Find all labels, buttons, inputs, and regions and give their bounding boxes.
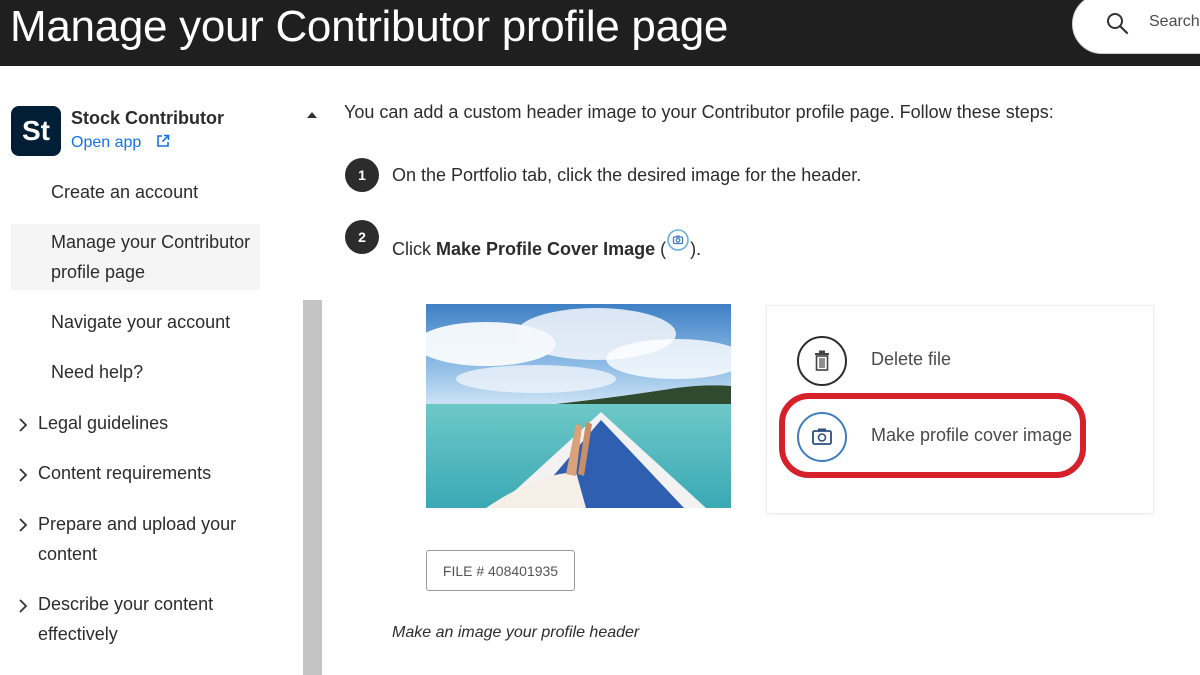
search-icon xyxy=(1107,13,1129,35)
page-title: Manage your Contributor profile page xyxy=(10,2,729,51)
step-number-2: 2 xyxy=(345,220,379,254)
nav-item-manage-profile[interactable]: Manage your Contributor profile page xyxy=(51,227,266,287)
open-app-link[interactable]: Open app xyxy=(71,134,170,152)
boat-photo xyxy=(426,304,731,508)
external-link-icon xyxy=(156,134,170,147)
scrollbar-thumb[interactable] xyxy=(303,300,322,675)
nav-section-prepare-upload[interactable]: Prepare and upload your content xyxy=(38,509,258,569)
step-2-paren-open: ( xyxy=(655,239,667,259)
nav-section-legal-guidelines[interactable]: Legal guidelines xyxy=(38,408,168,438)
product-name: Stock Contributor xyxy=(71,108,224,128)
page-header: Manage your Contributor profile page Sea… xyxy=(0,0,1200,66)
step-2-action-name: Make Profile Cover Image xyxy=(436,239,656,259)
figure-caption: Make an image your profile header xyxy=(392,624,640,641)
nav-item-create-account[interactable]: Create an account xyxy=(51,177,198,207)
nav-section-describe-content[interactable]: Describe your content effectively xyxy=(38,589,238,649)
search-box[interactable]: Search xyxy=(1072,0,1200,54)
step-number-1: 1 xyxy=(345,158,379,192)
highlight-outline xyxy=(779,393,1086,478)
scroll-up-arrow-icon[interactable] xyxy=(307,112,317,118)
chevron-right-icon xyxy=(19,418,28,432)
delete-file-button[interactable] xyxy=(797,336,847,386)
nav-item-need-help[interactable]: Need help? xyxy=(51,357,143,387)
search-label: Search xyxy=(1149,13,1200,30)
step-2-prefix: Click xyxy=(392,239,436,259)
trash-icon xyxy=(815,350,829,371)
stock-contributor-logo: St xyxy=(11,106,61,156)
nav-item-navigate-account[interactable]: Navigate your account xyxy=(51,307,230,337)
camera-icon xyxy=(667,229,689,251)
chevron-right-icon xyxy=(19,468,28,482)
nav-section-content-requirements[interactable]: Content requirements xyxy=(38,458,211,488)
file-number-tag: FILE # 408401935 xyxy=(426,550,575,591)
chevron-right-icon xyxy=(19,599,28,613)
step-1-text: On the Portfolio tab, click the desired … xyxy=(392,165,862,185)
step-2-paren-close: ). xyxy=(690,239,702,259)
open-app-label: Open app xyxy=(71,134,142,151)
delete-file-label[interactable]: Delete file xyxy=(871,349,951,370)
intro-text: You can add a custom header image to you… xyxy=(344,102,1054,122)
step-2-text: Click Make Profile Cover Image ( ). xyxy=(392,229,701,260)
chevron-right-icon xyxy=(19,518,28,532)
